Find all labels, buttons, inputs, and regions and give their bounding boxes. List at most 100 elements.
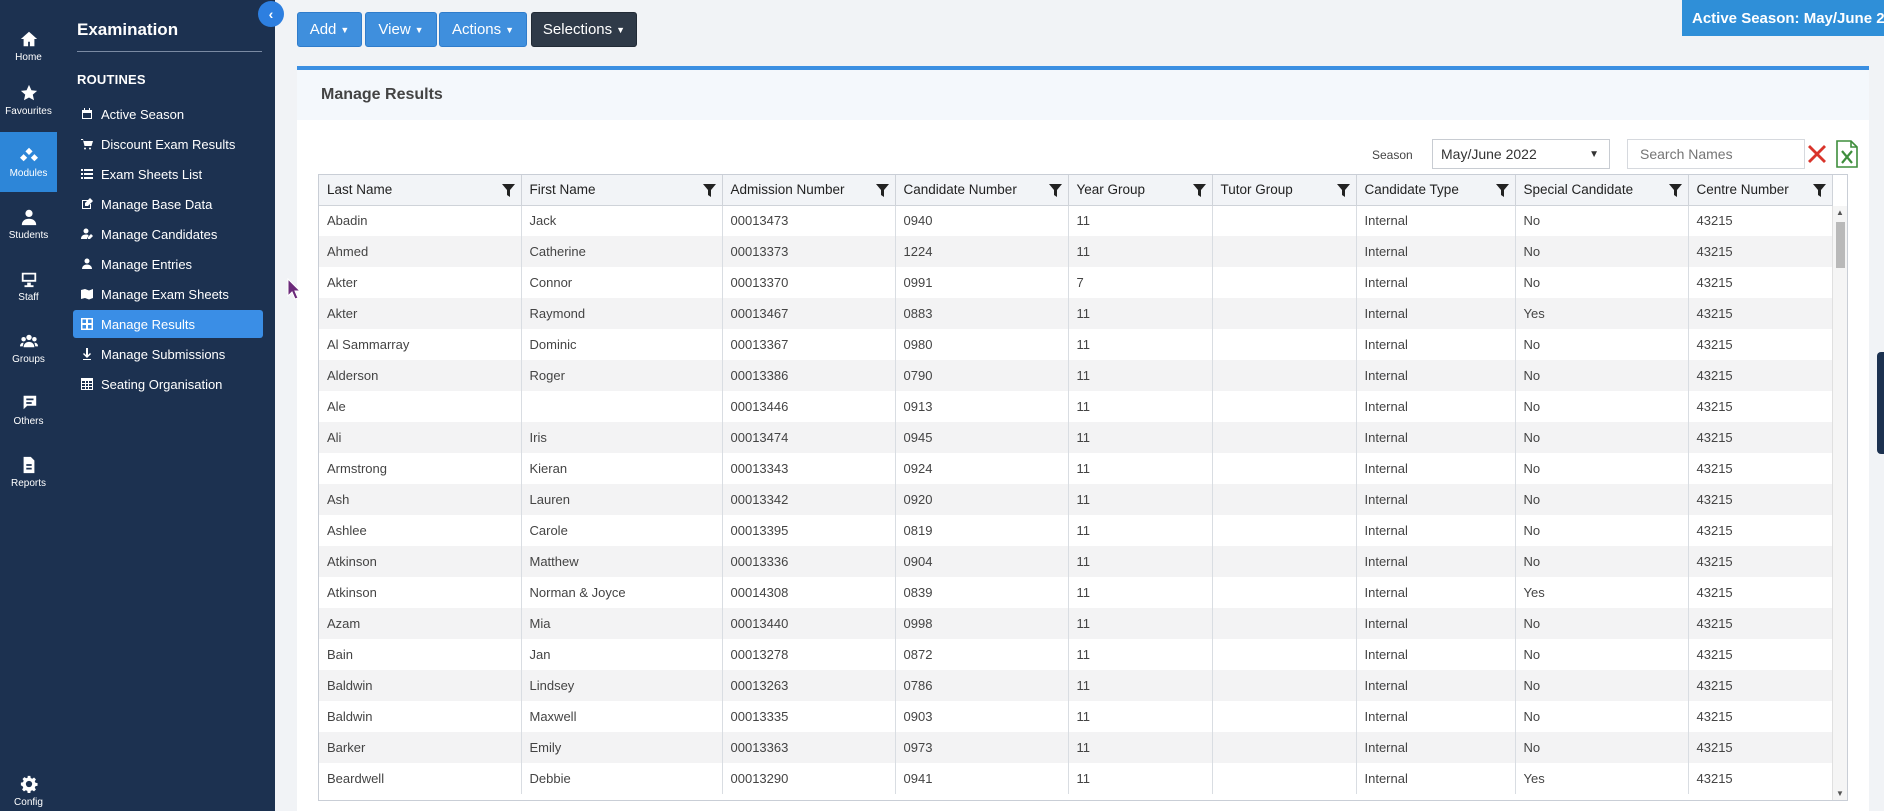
- selections-button-label: Selections: [542, 21, 613, 38]
- table-cell: 0973: [895, 732, 1069, 763]
- table-cell: 00013363: [722, 732, 896, 763]
- column-header[interactable]: First Name: [521, 175, 723, 206]
- view-button[interactable]: View ▼: [365, 12, 437, 47]
- sidebar-item-seating-organisation[interactable]: Seating Organisation: [73, 370, 263, 398]
- rail-item-others[interactable]: Others: [0, 380, 57, 440]
- table-cell: Internal: [1356, 422, 1516, 453]
- table-row[interactable]: Atkinson Norman & Joyce 00014308 0839 11 Inte…: [319, 577, 1833, 608]
- staff-icon: [21, 272, 36, 287]
- selections-button[interactable]: Selections ▼: [531, 12, 637, 47]
- sidebar-item-label: Manage Exam Sheets: [101, 286, 229, 302]
- rail-item-label: Staff: [18, 291, 39, 303]
- table-row[interactable]: Azam Mia 00013440 0998 11 Internal No 43215: [319, 608, 1833, 639]
- collapse-sidebar-button[interactable]: ‹: [258, 1, 284, 27]
- rail-item-favourites[interactable]: Favourites: [0, 70, 57, 130]
- table-row[interactable]: Atkinson Matthew 00013336 0904 11 Internal No 4…: [319, 546, 1833, 577]
- table-row[interactable]: Barker Emily 00013363 0973 11 Internal No 43215: [319, 732, 1833, 763]
- table-cell: [1212, 484, 1357, 515]
- table-row[interactable]: Baldwin Lindsey 00013263 0786 11 Internal No 43…: [319, 670, 1833, 701]
- table-row[interactable]: Armstrong Kieran 00013343 0924 11 Internal No 4…: [319, 453, 1833, 484]
- filter-icon[interactable]: [1812, 184, 1826, 197]
- table-row[interactable]: Akter Raymond 00013467 0883 11 Internal Yes 432…: [319, 298, 1833, 329]
- sidebar-item-manage-entries[interactable]: Manage Entries: [73, 250, 263, 278]
- table-cell: Akter: [319, 267, 522, 298]
- rail-item-groups[interactable]: Groups: [0, 318, 57, 378]
- actions-button[interactable]: Actions ▼: [439, 12, 527, 47]
- table-row[interactable]: Al Sammarray Dominic 00013367 0980 11 Interna…: [319, 329, 1833, 360]
- table-cell: Bain: [319, 639, 522, 670]
- table-cell: Barker: [319, 732, 522, 763]
- table-row[interactable]: Ashlee Carole 00013395 0819 11 Internal No 4321…: [319, 515, 1833, 546]
- table-cell: 11: [1068, 639, 1213, 670]
- table-row[interactable]: Ali Iris 00013474 0945 11 Internal No 43215: [319, 422, 1833, 453]
- table-cell: 0786: [895, 670, 1069, 701]
- column-header[interactable]: Last Name: [319, 175, 522, 206]
- table-cell: Internal: [1356, 546, 1516, 577]
- filter-icon[interactable]: [1048, 184, 1062, 197]
- dropdown-arrow-icon: ▼: [1589, 149, 1599, 160]
- sidebar-item-exam-sheets-list[interactable]: Exam Sheets List: [73, 160, 263, 188]
- rail-item-home[interactable]: Home: [0, 16, 57, 76]
- rail-item-reports[interactable]: Reports: [0, 442, 57, 502]
- sidebar-item-manage-exam-sheets[interactable]: Manage Exam Sheets: [73, 280, 263, 308]
- table-row[interactable]: Ash Lauren 00013342 0920 11 Internal No 43215: [319, 484, 1833, 515]
- rail-item-students[interactable]: Students: [0, 194, 57, 254]
- rail-item-staff[interactable]: Staff: [0, 256, 57, 316]
- filter-icon[interactable]: [875, 184, 889, 197]
- page-scroll-indicator[interactable]: [1877, 352, 1884, 454]
- add-button[interactable]: Add ▼: [297, 12, 362, 47]
- column-header[interactable]: Admission Number: [722, 175, 896, 206]
- sidebar-item-active-season[interactable]: Active Season: [73, 100, 263, 128]
- sidebar-item-label: Manage Submissions: [101, 346, 226, 362]
- column-header[interactable]: Centre Number: [1688, 175, 1833, 206]
- filter-icon[interactable]: [501, 184, 515, 197]
- sidebar-item-manage-results[interactable]: Manage Results: [73, 310, 263, 338]
- column-header[interactable]: Candidate Type: [1356, 175, 1516, 206]
- sidebar-item-manage-submissions[interactable]: Manage Submissions: [73, 340, 263, 368]
- filter-icon[interactable]: [1495, 184, 1509, 197]
- table-row[interactable]: Alderson Roger 00013386 0790 11 Internal No 432…: [319, 360, 1833, 391]
- column-header-label: Centre Number: [1696, 182, 1789, 198]
- sidebar-item-discount-exam-results[interactable]: Discount Exam Results: [73, 130, 263, 158]
- table-cell: 43215: [1688, 577, 1833, 608]
- column-header[interactable]: Special Candidate: [1515, 175, 1689, 206]
- column-header[interactable]: Tutor Group: [1212, 175, 1357, 206]
- scroll-down-icon[interactable]: ▼: [1836, 789, 1844, 798]
- table-row[interactable]: Akter Connor 00013370 0991 7 Internal No 43215: [319, 267, 1833, 298]
- clear-search-button[interactable]: [1803, 139, 1831, 169]
- table-cell: Roger: [521, 360, 723, 391]
- table-cell: Lauren: [521, 484, 723, 515]
- excel-export-icon[interactable]: [1836, 140, 1858, 168]
- table-row[interactable]: Ahmed Catherine 00013373 1224 11 Internal No 43…: [319, 236, 1833, 267]
- table-row[interactable]: Ale 00013446 0913 11 Internal No 43215: [319, 391, 1833, 422]
- filter-icon[interactable]: [702, 184, 716, 197]
- season-select[interactable]: May/June 2022 ▼: [1432, 139, 1610, 169]
- rail-item-config[interactable]: Config: [0, 775, 57, 811]
- table-cell: [1212, 577, 1357, 608]
- grid-vertical-scrollbar[interactable]: ▲ ▼: [1832, 206, 1847, 800]
- table-cell: 0924: [895, 453, 1069, 484]
- search-names-input[interactable]: [1627, 139, 1805, 169]
- scrollbar-thumb[interactable]: [1836, 222, 1845, 268]
- column-header[interactable]: Year Group: [1068, 175, 1213, 206]
- table-cell: Abadin: [319, 205, 522, 236]
- table-row[interactable]: Baldwin Maxwell 00013335 0903 11 Internal No 43…: [319, 701, 1833, 732]
- filter-icon[interactable]: [1668, 184, 1682, 197]
- column-header[interactable]: Candidate Number: [895, 175, 1069, 206]
- table-cell: Internal: [1356, 484, 1516, 515]
- table-row[interactable]: Beardwell Debbie 00013290 0941 11 Internal Yes…: [319, 763, 1833, 794]
- sidebar-item-manage-candidates[interactable]: Manage Candidates: [73, 220, 263, 248]
- rail-item-modules[interactable]: Modules: [0, 132, 57, 192]
- filter-icon[interactable]: [1192, 184, 1206, 197]
- sidebar-item-manage-base-data[interactable]: Manage Base Data: [73, 190, 263, 218]
- table-cell: Internal: [1356, 732, 1516, 763]
- scroll-up-icon[interactable]: ▲: [1836, 208, 1844, 217]
- table-cell: 1224: [895, 236, 1069, 267]
- table-cell: Internal: [1356, 577, 1516, 608]
- table-cell: 43215: [1688, 453, 1833, 484]
- table-row[interactable]: Bain Jan 00013278 0872 11 Internal No 43215: [319, 639, 1833, 670]
- table-cell: 43215: [1688, 205, 1833, 236]
- star-icon: [20, 84, 37, 100]
- table-row[interactable]: Abadin Jack 00013473 0940 11 Internal No 43215: [319, 205, 1833, 236]
- filter-icon[interactable]: [1336, 184, 1350, 197]
